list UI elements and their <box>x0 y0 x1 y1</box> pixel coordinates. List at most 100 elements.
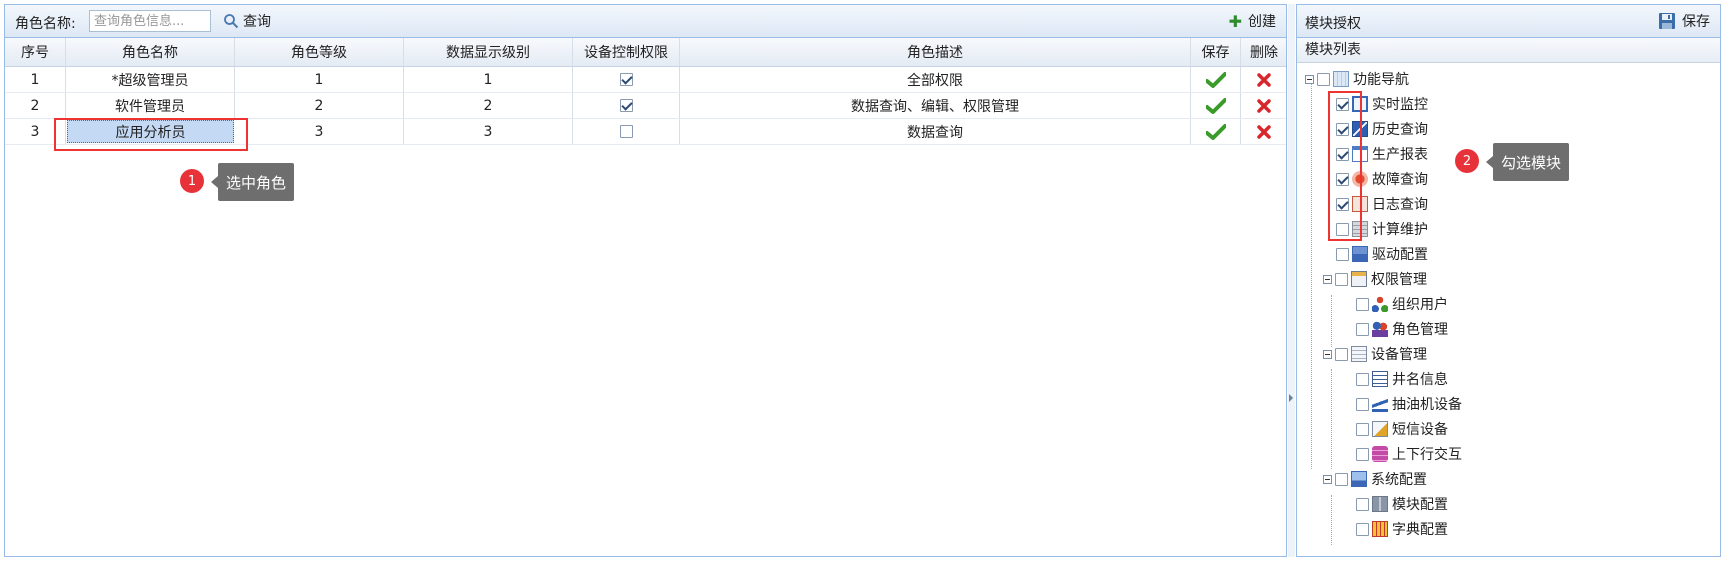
collapse-arrow-icon[interactable] <box>1289 394 1293 402</box>
row-data-level[interactable]: 3 <box>404 119 573 144</box>
tree-checkbox[interactable] <box>1356 322 1369 336</box>
row-role-name[interactable]: *超级管理员 <box>66 67 235 92</box>
row-device-control-cell <box>573 93 680 118</box>
module-save-label: 保存 <box>1682 14 1710 30</box>
module-save-button[interactable]: 保存 <box>1658 11 1710 31</box>
device-control-checkbox[interactable] <box>619 99 633 112</box>
create-button-label: 创建 <box>1248 14 1276 30</box>
tree-checkbox[interactable] <box>1356 522 1369 536</box>
callout-2-text: 勾选模块 <box>1485 143 1570 181</box>
col-header-delete[interactable]: 删除 <box>1241 38 1286 66</box>
roles-toolbar: 角色名称: 查询 ✚ 创建 <box>5 5 1286 38</box>
row-role-level[interactable]: 3 <box>235 119 404 144</box>
row-role-desc[interactable]: 数据查询 <box>680 119 1191 144</box>
col-header-desc[interactable]: 角色描述 <box>680 38 1191 66</box>
col-header-index[interactable]: 序号 <box>5 38 66 66</box>
create-button[interactable]: ✚ 创建 <box>1229 11 1276 31</box>
tree-checkbox[interactable] <box>1336 247 1349 261</box>
save-check-icon[interactable] <box>1205 123 1226 140</box>
tree-checkbox[interactable] <box>1356 497 1369 511</box>
tree-node-label: 短信设备 <box>1392 422 1448 438</box>
tree-checkbox[interactable] <box>1356 447 1369 461</box>
tree-node-label: 设备管理 <box>1371 347 1427 363</box>
tree-checkbox[interactable] <box>1335 472 1348 486</box>
tree-node-module-config[interactable]: 模块配置 <box>1356 493 1448 515</box>
tree-collapse-toggle[interactable] <box>1323 274 1332 284</box>
tree-checkbox[interactable] <box>1317 72 1330 86</box>
tree-node-label: 字典配置 <box>1392 522 1448 538</box>
row-role-level[interactable]: 2 <box>235 93 404 118</box>
tree-node-label: 驱动配置 <box>1372 247 1428 263</box>
row-data-level[interactable]: 2 <box>404 93 573 118</box>
tree-collapse-toggle[interactable] <box>1323 474 1332 484</box>
delete-x-icon[interactable] <box>1257 72 1271 87</box>
tree-node-label: 权限管理 <box>1371 272 1427 288</box>
role-search-input[interactable] <box>89 10 211 32</box>
tree-node-label: 生产报表 <box>1372 147 1428 163</box>
row-role-desc[interactable]: 数据查询、编辑、权限管理 <box>680 93 1191 118</box>
row-data-level[interactable]: 1 <box>404 67 573 92</box>
row-role-desc[interactable]: 全部权限 <box>680 67 1191 92</box>
tree-guide-line <box>1331 295 1332 347</box>
tree-checkbox[interactable] <box>1356 297 1369 311</box>
tree-node-label: 系统配置 <box>1371 472 1427 488</box>
tree-node-role-mgmt[interactable]: 角色管理 <box>1356 318 1448 340</box>
tree-node-device-group[interactable]: 设备管理 <box>1323 343 1427 365</box>
roles-grid-header: 序号 角色名称 角色等级 数据显示级别 设备控制权限 角色描述 保存 删除 <box>5 38 1286 67</box>
row-device-control-cell <box>573 67 680 92</box>
col-header-save[interactable]: 保存 <box>1191 38 1241 66</box>
tree-node-well-info[interactable]: 井名信息 <box>1356 368 1448 390</box>
tree-node-label: 历史查询 <box>1372 122 1428 138</box>
tree-node-org-users[interactable]: 组织用户 <box>1356 293 1448 315</box>
tree-node-pump-device[interactable]: 抽油机设备 <box>1356 393 1462 415</box>
tree-node-permission-group[interactable]: 权限管理 <box>1323 268 1427 290</box>
tree-node-sms-device[interactable]: 短信设备 <box>1356 418 1448 440</box>
tree-node-label: 日志查询 <box>1372 197 1428 213</box>
col-header-device-control[interactable]: 设备控制权限 <box>573 38 680 66</box>
tree-guide-line <box>1311 79 1312 469</box>
tree-node-dict-config[interactable]: 字典配置 <box>1356 518 1448 540</box>
tree-collapse-toggle[interactable] <box>1305 74 1314 84</box>
col-header-level[interactable]: 角色等级 <box>235 38 404 66</box>
tree-checkbox[interactable] <box>1335 272 1348 286</box>
table-row[interactable]: 1 *超级管理员 1 1 全部权限 <box>5 67 1286 93</box>
delete-x-icon[interactable] <box>1257 124 1271 139</box>
module-list-header: 模块列表 <box>1297 38 1720 63</box>
tree-checkbox[interactable] <box>1356 372 1369 386</box>
tree-collapse-toggle[interactable] <box>1323 349 1332 359</box>
col-header-name[interactable]: 角色名称 <box>66 38 235 66</box>
row-delete-cell <box>1241 93 1286 118</box>
panel-splitter[interactable] <box>1288 4 1295 557</box>
module-auth-panel: 模块授权 保存 模块列表 功能导航 实时监控 历史查询 生产报表 故障查询 日志… <box>1296 4 1721 557</box>
delete-x-icon[interactable] <box>1257 98 1271 113</box>
tree-node-label: 井名信息 <box>1392 372 1448 388</box>
tree-node-label: 计算维护 <box>1372 222 1428 238</box>
save-check-icon[interactable] <box>1205 71 1226 88</box>
tree-node-root[interactable]: 功能导航 <box>1305 68 1409 90</box>
tree-checkbox[interactable] <box>1356 397 1369 411</box>
tree-node-driver[interactable]: 驱动配置 <box>1336 243 1428 265</box>
tree-node-system-group[interactable]: 系统配置 <box>1323 468 1427 490</box>
network-icon <box>1352 246 1368 262</box>
row-role-level[interactable]: 1 <box>235 67 404 92</box>
row-index: 2 <box>5 93 66 118</box>
device-control-checkbox[interactable] <box>619 125 633 138</box>
permission-folder-icon <box>1351 271 1367 287</box>
row-save-cell <box>1191 67 1241 92</box>
tree-node-label: 模块配置 <box>1392 497 1448 513</box>
device-control-checkbox[interactable] <box>619 73 633 86</box>
users-icon <box>1372 321 1388 337</box>
table-row[interactable]: 2 软件管理员 2 2 数据查询、编辑、权限管理 <box>5 93 1286 119</box>
search-button[interactable]: 查询 <box>223 11 271 31</box>
tree-node-label: 抽油机设备 <box>1392 397 1462 413</box>
module-auth-toolbar: 模块授权 保存 <box>1297 5 1720 38</box>
tree-node-updown[interactable]: 上下行交互 <box>1356 443 1462 465</box>
floppy-disk-icon <box>1659 13 1675 29</box>
col-header-data-level[interactable]: 数据显示级别 <box>404 38 573 66</box>
tree-guide-line <box>1331 495 1332 545</box>
tree-checkbox[interactable] <box>1335 347 1348 361</box>
save-check-icon[interactable] <box>1205 97 1226 114</box>
highlight-checked-modules <box>1328 91 1362 241</box>
row-role-name[interactable]: 软件管理员 <box>66 93 235 118</box>
tree-checkbox[interactable] <box>1356 422 1369 436</box>
